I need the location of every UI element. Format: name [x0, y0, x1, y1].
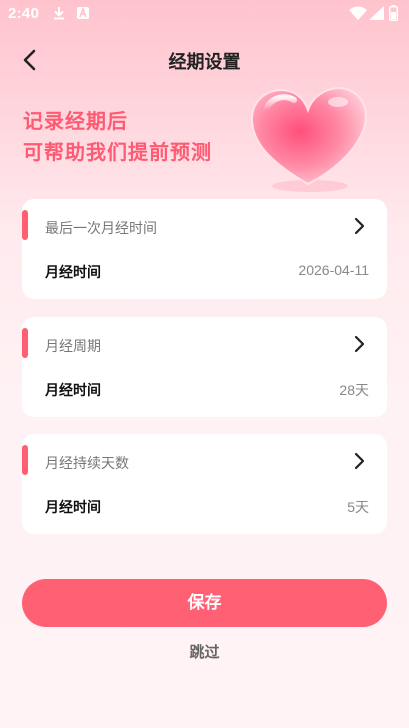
period-duration-value: 5天: [347, 499, 369, 515]
signal-icon: [369, 6, 384, 20]
card-sublabel: 月经时间: [45, 265, 101, 281]
status-bar: 2:40: [0, 0, 409, 28]
page-title: 经期设置: [168, 52, 241, 73]
cycle-length-card[interactable]: 月经周期 月经时间 28天: [22, 317, 387, 417]
wifi-icon: [349, 6, 367, 20]
chevron-right-icon[interactable]: [350, 217, 368, 235]
save-button[interactable]: 保存: [22, 579, 387, 627]
period-duration-card[interactable]: 月经持续天数 月经时间 5天: [22, 434, 387, 534]
a-notification-icon: [77, 7, 89, 19]
cycle-length-value: 28天: [339, 382, 369, 398]
hero-line-1: 记录经期后: [23, 109, 128, 133]
skip-link[interactable]: 跳过: [189, 643, 219, 661]
download-icon: [54, 7, 64, 20]
card-sublabel: 月经时间: [45, 500, 101, 516]
hero-line-2: 可帮助我们提前预测: [23, 140, 212, 164]
accent-bar: [22, 210, 28, 240]
last-period-date-value: 2026-04-11: [298, 262, 369, 278]
card-label: 月经周期: [45, 339, 101, 355]
accent-bar: [22, 445, 28, 475]
heart-icon: [250, 86, 367, 192]
card-label: 最后一次月经时间: [45, 221, 157, 237]
card-label: 月经持续天数: [45, 456, 129, 472]
chevron-right-icon[interactable]: [350, 452, 368, 470]
status-time: 2:40: [8, 5, 40, 22]
battery-icon: [389, 5, 398, 21]
card-sublabel: 月经时间: [45, 383, 101, 399]
accent-bar: [22, 328, 28, 358]
hero-slogan: 记录经期后 可帮助我们提前预测: [23, 106, 212, 168]
skip-row: 跳过: [0, 641, 409, 662]
last-period-card[interactable]: 最后一次月经时间 月经时间 2026-04-11: [22, 199, 387, 299]
chevron-right-icon[interactable]: [350, 335, 368, 353]
